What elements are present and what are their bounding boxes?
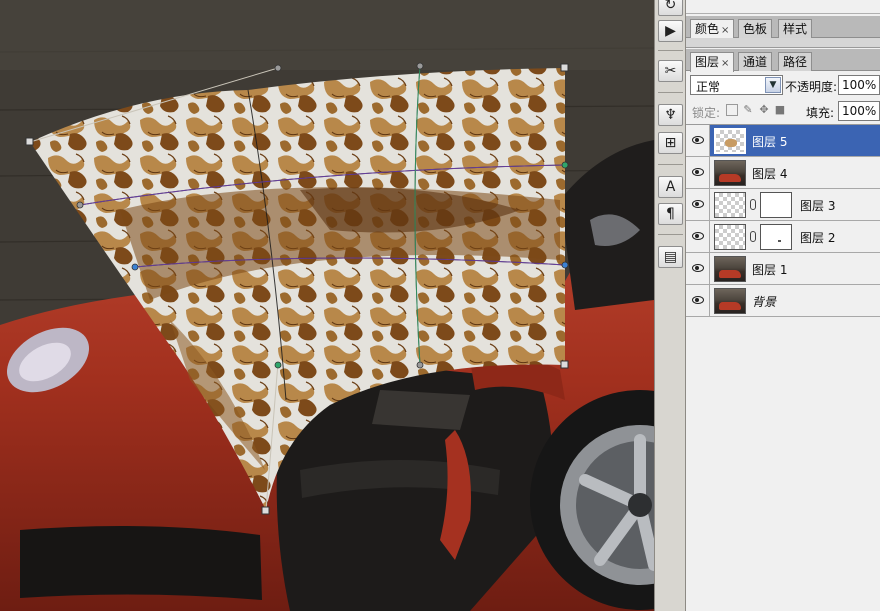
opacity-label: 不透明度: [785,80,838,94]
layer-name: 背景 [752,295,777,309]
eye-icon [692,168,704,176]
layer-thumbnail[interactable] [714,192,746,218]
layer-thumbnail[interactable] [714,224,746,250]
close-icon[interactable]: × [721,25,729,36]
layer-comps-icon[interactable]: ▤ [658,246,683,268]
layer-name: 图层 1 [752,263,788,277]
thumbnail-content [725,139,737,147]
link-icon[interactable] [750,199,756,210]
lock-row: 锁定: ✎ ✥ ■ 填充: 100% [686,100,880,122]
strip-divider [658,234,683,235]
layer-row[interactable]: 图层 3 [686,189,880,221]
tab-paths[interactable]: 路径 [778,52,813,71]
eye-icon [692,296,704,304]
tab-color[interactable]: 颜色 × [690,19,735,39]
color-panel-header: 颜色 × 色板 样式 [686,0,880,39]
clone-source-icon[interactable]: ⊞ [658,132,683,154]
layer-thumbnail[interactable] [714,128,746,154]
actions-play-icon[interactable]: ▶ [658,20,683,42]
layers-list: 图层 5 图层 4 图层 3 图层 2 图层 1 背景 [686,124,880,611]
layer-mask-thumbnail[interactable] [760,224,792,250]
lock-pixels-icon[interactable]: ✎ [742,104,754,116]
brushes-icon[interactable]: ♆ [658,104,683,126]
panel-icon-strip: ↻ ▶ ✂ ♆ ⊞ A ¶ ▤ [654,0,686,611]
lock-all-icon[interactable]: ■ [774,104,786,116]
opacity-field[interactable]: 100% [838,75,880,95]
panel-divider [686,38,880,48]
mask-mark [778,240,781,242]
layer-row[interactable]: 图层 4 [686,157,880,189]
layer-row[interactable]: 背景 [686,285,880,317]
panel-collapsed-strip [686,0,880,14]
tab-styles[interactable]: 样式 [778,19,813,38]
tool-presets-icon[interactable]: ✂ [658,60,683,82]
character-icon[interactable]: A [658,176,683,198]
document-canvas[interactable] [0,0,654,611]
layer-name: 图层 3 [800,199,836,213]
eye-icon [692,200,704,208]
link-icon[interactable] [750,231,756,242]
strip-divider [658,92,683,93]
lock-transparency-icon[interactable] [726,104,738,116]
visibility-toggle[interactable] [686,125,710,156]
blend-mode-select[interactable]: 正常 ▼ [690,75,783,95]
visibility-toggle[interactable] [686,157,710,188]
layer-row[interactable]: 图层 2 [686,221,880,253]
eye-icon [692,136,704,144]
layer-row[interactable]: 图层 1 [686,253,880,285]
strip-divider [658,164,683,165]
layer-thumbnail[interactable] [714,288,746,314]
blend-mode-value: 正常 [696,80,721,94]
lock-label: 锁定: [692,106,721,120]
tab-swatches[interactable]: 色板 [738,19,773,38]
eye-icon [692,232,704,240]
layer-mask-thumbnail[interactable] [760,192,792,218]
fill-field[interactable]: 100% [838,101,880,121]
visibility-toggle[interactable] [686,253,710,284]
color-tabbar: 颜色 × 色板 样式 [686,16,880,39]
eye-icon [692,264,704,272]
layer-thumbnail[interactable] [714,160,746,186]
tab-channels[interactable]: 通道 [738,52,773,71]
visibility-toggle[interactable] [686,221,710,252]
layer-name: 图层 2 [800,231,836,245]
tab-layers[interactable]: 图层 × [690,52,735,72]
chevron-down-icon[interactable]: ▼ [765,77,781,93]
lock-position-icon[interactable]: ✥ [758,104,770,116]
history-icon[interactable]: ↻ [658,0,683,16]
strip-divider [658,50,683,51]
panels-dock: 颜色 × 色板 样式 图层 × 通道 路径 正常 ▼ 不透明度: 100% 锁定: … [686,0,880,611]
visibility-toggle[interactable] [686,189,710,220]
visibility-toggle[interactable] [686,285,710,316]
canvas-artwork [0,0,654,611]
layers-tabbar: 图层 × 通道 路径 [686,49,880,72]
close-icon[interactable]: × [721,58,729,69]
layer-name: 图层 4 [752,167,788,181]
fill-label: 填充: [806,106,835,120]
layer-row[interactable]: 图层 5 [686,125,880,157]
layer-name: 图层 5 [752,135,788,149]
paragraph-icon[interactable]: ¶ [658,203,683,225]
layer-thumbnail[interactable] [714,256,746,282]
